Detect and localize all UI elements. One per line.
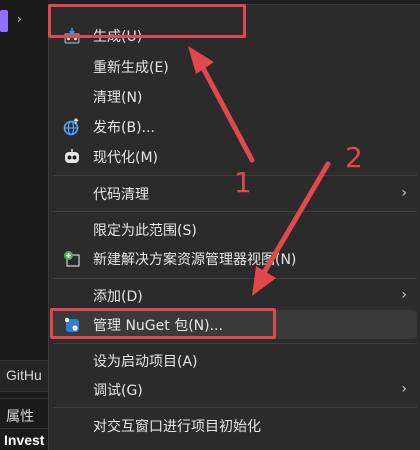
arrow-2 [252, 161, 331, 296]
annotation-number-1: 1 [234, 166, 252, 199]
arrow-1 [188, 46, 255, 163]
annotation-arrows [188, 46, 331, 296]
annotation-number-2: 2 [345, 141, 363, 174]
